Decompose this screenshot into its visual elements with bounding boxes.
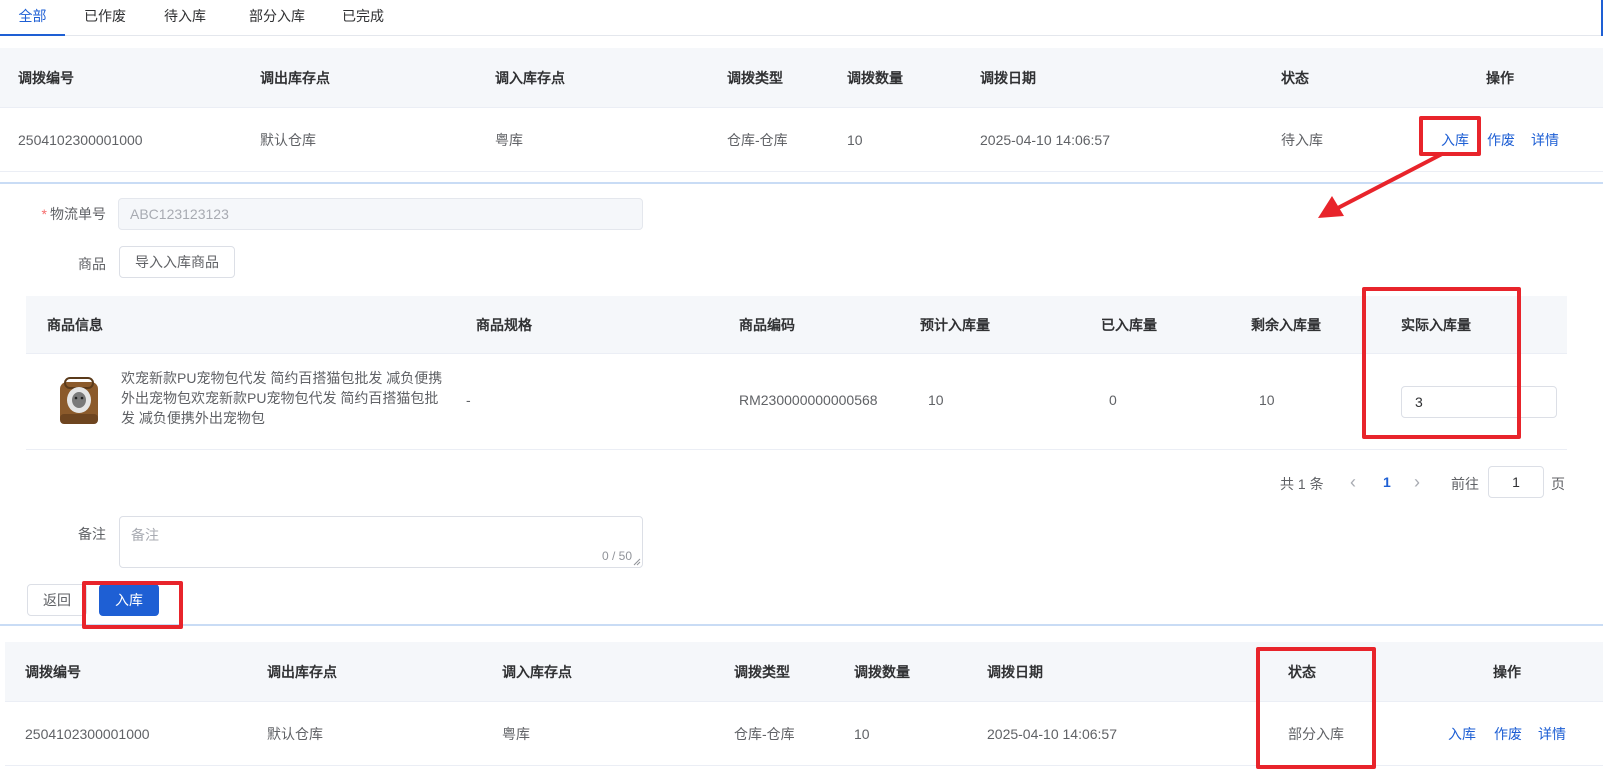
next-page-icon[interactable]: ›	[1414, 472, 1420, 493]
detail-link[interactable]: 详情	[1531, 108, 1559, 172]
row-type: 仓库-仓库	[734, 726, 795, 742]
back-button[interactable]: 返回	[27, 584, 87, 616]
goods-header-info: 商品信息	[47, 317, 103, 333]
goto-label: 前往	[1451, 476, 1479, 492]
tab-all[interactable]: 全部	[0, 0, 65, 36]
row-id: 2504102300001000	[25, 726, 150, 742]
received-qty: 0	[1109, 392, 1117, 408]
tab-completed[interactable]: 已完成	[330, 0, 396, 36]
row-from: 默认仓库	[260, 132, 316, 148]
goods-header-actual: 实际入库量	[1401, 317, 1471, 333]
tab-pending[interactable]: 待入库	[152, 0, 218, 36]
row-to: 粤库	[495, 132, 523, 148]
prev-page-icon[interactable]: ‹	[1350, 472, 1356, 493]
header-type: 调拨类型	[734, 664, 790, 680]
product-code: RM230000000000568	[739, 392, 878, 408]
status-tabs: 全部 已作废 待入库 部分入库 已完成	[0, 0, 1603, 36]
goods-header-spec: 商品规格	[476, 317, 532, 333]
void-link[interactable]: 作废	[1494, 702, 1522, 766]
remark-char-count: 0 / 50	[601, 549, 632, 563]
header-status: 状态	[1288, 664, 1316, 680]
table-header: 调拨编号 调出库存点 调入库存点 调拨类型 调拨数量 调拨日期 状态 操作	[5, 642, 1603, 702]
goto-page-input[interactable]: 1	[1488, 466, 1544, 498]
row-date: 2025-04-10 14:06:57	[987, 726, 1117, 742]
header-qty: 调拨数量	[854, 664, 910, 680]
row-date: 2025-04-10 14:06:57	[980, 132, 1110, 148]
header-status: 状态	[1281, 70, 1309, 86]
goods-table-header: 商品信息 商品规格 商品编码 预计入库量 已入库量 剩余入库量 实际入库量	[26, 296, 1567, 354]
header-type: 调拨类型	[727, 70, 783, 86]
row-status: 部分入库	[1288, 726, 1344, 742]
inbound-form-panel: * 物流单号 ABC123123123 商品 导入入库商品 商品信息 商品规格 商…	[0, 182, 1603, 626]
row-from: 默认仓库	[267, 726, 323, 742]
page-number[interactable]: 1	[1383, 474, 1391, 490]
resize-handle-icon[interactable]	[633, 558, 641, 566]
logistics-label: * 物流单号	[41, 206, 106, 222]
table-header: 调拨编号 调出库存点 调入库存点 调拨类型 调拨数量 调拨日期 状态 操作	[0, 48, 1603, 108]
goods-header-expected: 预计入库量	[920, 317, 990, 333]
goods-header-received: 已入库量	[1101, 317, 1157, 333]
remark-label: 备注	[78, 526, 106, 542]
row-id: 2504102300001000	[18, 132, 143, 148]
header-date: 调拨日期	[980, 70, 1036, 86]
remaining-qty: 10	[1259, 392, 1275, 408]
header-date: 调拨日期	[987, 664, 1043, 680]
table-row: 2504102300001000 默认仓库 粤库 仓库-仓库 10 2025-0…	[5, 702, 1603, 766]
expected-qty: 10	[928, 392, 944, 408]
header-to: 调入库存点	[495, 70, 565, 86]
logistics-number-input[interactable]: ABC123123123	[118, 198, 643, 230]
header-actions: 操作	[1493, 664, 1521, 680]
actual-qty-input[interactable]: 3	[1401, 386, 1557, 418]
row-qty: 10	[854, 726, 870, 742]
tab-voided[interactable]: 已作废	[72, 0, 138, 36]
header-actions: 操作	[1486, 70, 1514, 86]
remark-placeholder: 备注	[131, 527, 159, 543]
header-id: 调拨编号	[18, 70, 74, 86]
goods-label: 商品	[78, 256, 106, 272]
import-goods-button[interactable]: 导入入库商品	[119, 246, 235, 278]
inbound-link[interactable]: 入库	[1448, 702, 1476, 766]
product-name: 欢宠新款PU宠物包代发 简约百搭猫包批发 减负便携外出宠物包欢宠新款PU宠物包代…	[121, 370, 443, 426]
goods-header-remaining: 剩余入库量	[1251, 317, 1321, 333]
transfer-table-bottom: 调拨编号 调出库存点 调入库存点 调拨类型 调拨数量 调拨日期 状态 操作 25…	[5, 642, 1603, 766]
submit-inbound-button[interactable]: 入库	[99, 584, 159, 616]
product-spec: -	[466, 392, 471, 408]
remark-textarea[interactable]: 备注 0 / 50	[119, 516, 643, 568]
table-row: 欢宠新款PU宠物包代发 简约百搭猫包批发 减负便携外出宠物包欢宠新款PU宠物包代…	[26, 354, 1567, 450]
row-qty: 10	[847, 132, 863, 148]
tab-partial[interactable]: 部分入库	[236, 0, 318, 36]
header-from: 调出库存点	[260, 70, 330, 86]
detail-link[interactable]: 详情	[1538, 702, 1566, 766]
annotation-arrow-icon	[1318, 152, 1444, 218]
header-qty: 调拨数量	[847, 70, 903, 86]
page-unit-label: 页	[1551, 476, 1565, 492]
row-to: 粤库	[502, 726, 530, 742]
header-from: 调出库存点	[267, 664, 337, 680]
header-id: 调拨编号	[25, 664, 81, 680]
product-image	[60, 377, 98, 424]
void-link[interactable]: 作废	[1487, 108, 1515, 172]
pagination-total: 共 1 条	[1280, 476, 1324, 492]
row-type: 仓库-仓库	[727, 132, 788, 148]
goods-table: 商品信息 商品规格 商品编码 预计入库量 已入库量 剩余入库量 实际入库量 欢宠…	[26, 296, 1567, 450]
goods-header-code: 商品编码	[739, 317, 795, 333]
header-to: 调入库存点	[502, 664, 572, 680]
